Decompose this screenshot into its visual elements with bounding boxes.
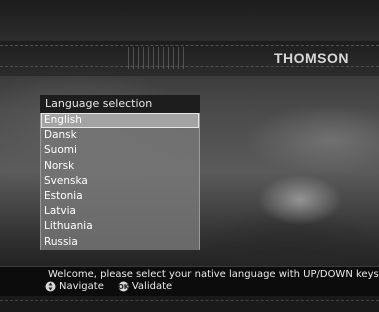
validate-icon: OK	[118, 281, 130, 292]
language-option-svenska[interactable]: Svenska	[41, 174, 199, 189]
header-divider-top	[0, 45, 379, 46]
key-legend: Navigate OK Validate	[45, 281, 186, 292]
language-option-estonia[interactable]: Estonia	[41, 189, 199, 204]
help-text: Welcome, please select your native langu…	[48, 269, 379, 280]
footer-band	[0, 296, 379, 312]
language-option-suomi[interactable]: Suomi	[41, 143, 199, 158]
language-option-english[interactable]: English	[41, 113, 199, 129]
legend-validate-label: Validate	[131, 281, 173, 292]
legend-navigate-label: Navigate	[59, 281, 104, 292]
language-option-norsk[interactable]: Norsk	[41, 159, 199, 174]
menu-title: Language selection	[40, 95, 200, 113]
language-option-latvia[interactable]: Latvia	[41, 204, 199, 219]
language-option-russia[interactable]: Russia	[41, 235, 199, 250]
navigate-icon	[45, 281, 56, 292]
brand-logo: THOMSON	[273, 50, 349, 66]
header-decoration	[128, 47, 188, 69]
svg-text:OK: OK	[118, 283, 129, 291]
language-menu: Language selection English Dansk Suomi N…	[40, 95, 200, 250]
legend-validate: OK Validate	[118, 281, 173, 292]
tv-screen: THOMSON Language selection English Dansk…	[0, 0, 379, 312]
language-option-lithuania[interactable]: Lithuania	[41, 219, 199, 234]
legend-navigate: Navigate	[45, 281, 104, 292]
footer-divider	[0, 300, 379, 301]
language-option-dansk[interactable]: Dansk	[41, 128, 199, 143]
language-list: English Dansk Suomi Norsk Svenska Estoni…	[40, 113, 200, 250]
help-bar: Welcome, please select your native langu…	[0, 266, 379, 297]
header-divider-bottom	[0, 66, 379, 67]
